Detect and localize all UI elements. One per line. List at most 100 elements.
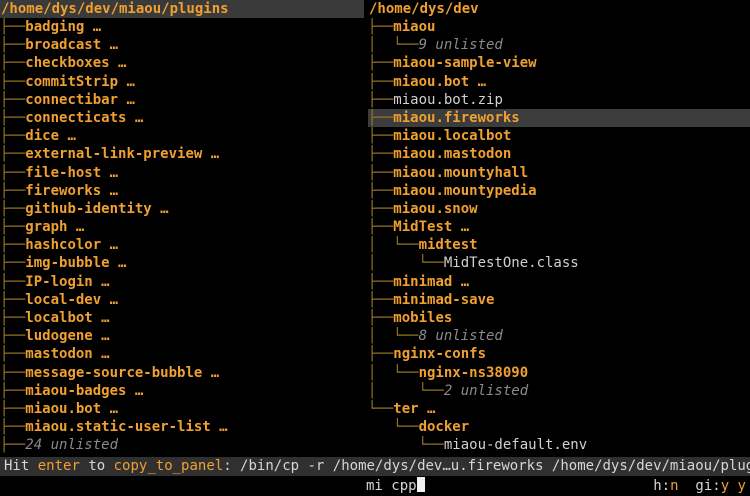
left-list-item-label: miaou.bot … <box>25 400 119 417</box>
left-list-item-label: commitStrip … <box>25 73 135 90</box>
flag-h-label: h: <box>653 478 671 494</box>
tree-branch: ├── <box>0 19 26 35</box>
tree-branch: ├── <box>0 291 26 308</box>
left-list-item[interactable]: ├──github-identity … <box>0 200 364 218</box>
right-tree-item-label: 9 unlisted <box>418 37 503 54</box>
right-tree-item[interactable]: │ └──9 unlisted <box>368 36 750 54</box>
right-file-tree[interactable]: ├──miaou │ └──9 unlisted ├──miaou-sample-v… <box>368 18 750 455</box>
left-list-item[interactable]: ├──message-source-bubble … <box>0 364 364 382</box>
right-tree-item-label: miaou.mastodon <box>393 146 512 163</box>
left-file-list[interactable]: ├──badging … ├──broadcast … ├──checkboxes … <box>0 18 364 455</box>
tree-branch: │ └── <box>368 328 419 345</box>
left-list-item[interactable]: ├──miaou.static-user-list … <box>0 418 364 436</box>
left-list-item[interactable]: ├──connectibar … <box>0 91 364 109</box>
right-tree-item[interactable]: ├──miaou.bot … <box>368 73 750 91</box>
left-list-item[interactable]: ├──file-host … <box>0 164 364 182</box>
tree-branch: ├── <box>368 164 394 181</box>
right-tree-item-label: docker <box>418 419 470 436</box>
left-list-item-label: local-dev … <box>25 291 119 308</box>
left-list-item[interactable]: ├──connecticats … <box>0 109 364 127</box>
left-list-item[interactable]: ├──local-dev … <box>0 291 364 309</box>
tree-branch: ├── <box>0 255 26 272</box>
left-list-item-label: github-identity … <box>25 200 169 217</box>
left-panel[interactable]: /home/dys/dev/miaou/plugins ├──badging …… <box>0 0 364 455</box>
left-list-item[interactable]: ├──mastodon … <box>0 345 364 363</box>
right-tree-item[interactable]: │ └──MidTestOne.class <box>368 254 750 272</box>
status-hit: Hit <box>4 458 30 474</box>
left-list-item-label: img-bubble … <box>25 255 127 272</box>
left-list-item[interactable]: ├──hashcolor … <box>0 236 364 254</box>
right-tree-item[interactable]: ├──minimad-save <box>368 291 750 309</box>
right-tree-item[interactable]: ├──MidTest … <box>368 218 750 236</box>
tree-branch: ├── <box>368 146 394 163</box>
right-tree-item-selected[interactable]: ├──miaou.fireworks <box>368 108 750 128</box>
tree-branch: ├── <box>368 273 394 290</box>
right-tree-item[interactable]: ├──miaou.bot.zip <box>368 91 750 109</box>
right-tree-item[interactable]: │ └──2 unlisted <box>368 382 750 400</box>
status-key: enter <box>37 458 80 474</box>
flag-h-value: n <box>670 478 679 494</box>
tree-branch: ├── <box>0 346 26 363</box>
right-tree-item[interactable]: │ └──midtest <box>368 236 750 254</box>
right-tree-item[interactable]: ├──miaou.mastodon <box>368 145 750 163</box>
right-tree-item[interactable]: │ └──nginx-ns38090 <box>368 364 750 382</box>
left-list-item[interactable]: ├──broadcast … <box>0 36 364 54</box>
left-list-item-label: hashcolor … <box>25 237 119 254</box>
right-tree-item[interactable]: └──docker <box>368 418 750 436</box>
tree-branch: ├── <box>368 219 394 236</box>
left-list-item-label: ludogene … <box>25 328 110 345</box>
right-tree-item-label: 2 unlisted <box>443 382 529 399</box>
tree-branch: │ └── <box>368 37 419 54</box>
right-tree-item[interactable]: ├──nginx-confs <box>368 345 750 363</box>
left-list-item[interactable]: ├──localbot … <box>0 309 364 327</box>
tree-branch: ├── <box>0 37 26 54</box>
right-panel[interactable]: /home/dys/dev ├──miaou │ └──9 unlisted ├──… <box>368 0 750 455</box>
right-tree-item[interactable]: └──ter … <box>368 400 750 418</box>
left-list-item[interactable]: ├──img-bubble … <box>0 254 364 272</box>
tree-branch: ├── <box>368 91 394 108</box>
command-input[interactable]: mi cpp <box>366 477 425 496</box>
command-text: mi cpp <box>366 478 417 494</box>
left-list-item-label: miaou.static-user-list … <box>25 419 228 436</box>
tree-branch: ├── <box>0 437 26 454</box>
left-list-item-label: dice … <box>25 128 76 145</box>
tree-branch: ├── <box>368 73 394 90</box>
right-tree-item[interactable]: └──miaou-default.env <box>368 436 750 454</box>
right-tree-item[interactable]: ├──miaou.localbot <box>368 127 750 145</box>
right-tree-item[interactable]: │ └──8 unlisted <box>368 327 750 345</box>
left-list-item[interactable]: ├──24 unlisted <box>0 436 364 454</box>
right-tree-item[interactable]: ├──miaou-sample-view <box>368 54 750 72</box>
right-tree-item-label: miaou.mountyhall <box>393 164 529 181</box>
left-list-item[interactable]: ├──checkboxes … <box>0 54 364 72</box>
left-list-item[interactable]: ├──miaou-badges … <box>0 382 364 400</box>
tree-branch: │ └── <box>368 237 419 254</box>
left-list-item[interactable]: ├──badging … <box>0 18 364 36</box>
left-list-item-label: localbot … <box>25 310 110 326</box>
input-line[interactable]: mi cpp h:n gi:y y <box>0 477 750 496</box>
left-list-item-label: miaou-badges … <box>25 382 144 399</box>
left-list-item[interactable]: ├──fireworks … <box>0 182 364 200</box>
left-list-item[interactable]: ├──dice … <box>0 127 364 145</box>
left-list-item-label: connecticats … <box>25 109 144 126</box>
left-list-item[interactable]: ├──IP-login … <box>0 273 364 291</box>
right-tree-item[interactable]: ├──miaou.snow <box>368 200 750 218</box>
left-list-item-label: message-source-bubble … <box>25 364 220 381</box>
right-tree-item[interactable]: ├──minimad … <box>368 273 750 291</box>
right-tree-item[interactable]: ├──miaou.mountyhall <box>368 164 750 182</box>
left-list-item[interactable]: ├──graph … <box>0 218 364 236</box>
right-tree-item[interactable]: ├──miaou.mountypedia <box>368 182 750 200</box>
right-tree-item[interactable]: ├──miaou <box>368 18 750 36</box>
tree-branch: ├── <box>0 219 26 236</box>
left-list-item[interactable]: ├──commitStrip … <box>0 73 364 91</box>
left-list-item-label: 24 unlisted <box>25 437 119 454</box>
tree-branch: └── <box>368 400 394 417</box>
tree-branch: └── <box>368 419 419 436</box>
left-list-item-label: checkboxes … <box>25 55 127 72</box>
left-list-item[interactable]: ├──external-link-preview … <box>0 145 364 163</box>
tree-branch: ├── <box>0 273 26 290</box>
left-list-item[interactable]: ├──ludogene … <box>0 327 364 345</box>
tree-branch: ├── <box>368 310 394 326</box>
tree-branch: │ └── <box>368 255 444 272</box>
right-tree-item[interactable]: ├──mobiles <box>368 309 750 327</box>
left-list-item[interactable]: ├──miaou.bot … <box>0 400 364 418</box>
